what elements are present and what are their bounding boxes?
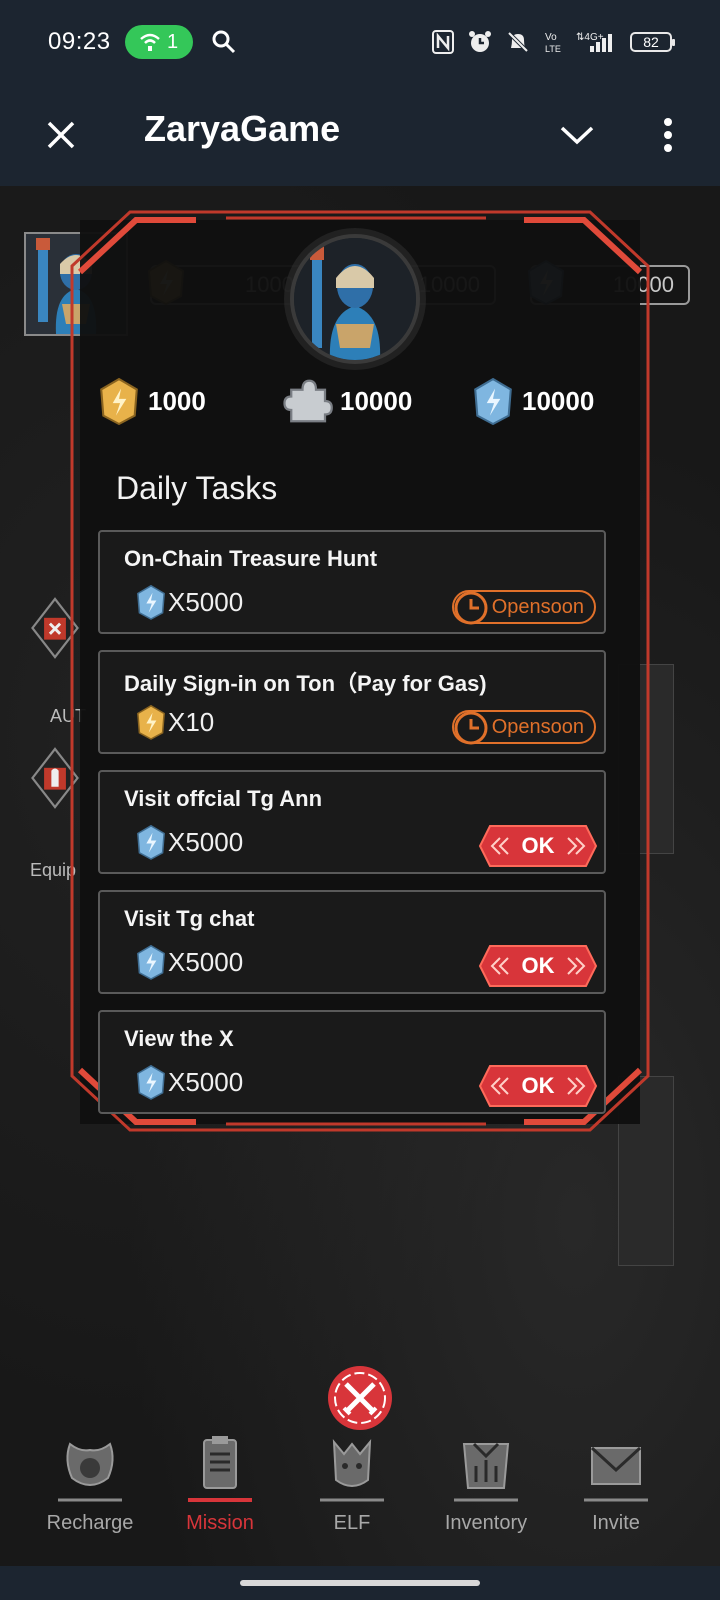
puzzle-piece-icon [283, 379, 333, 423]
gold-balance-value: 1000 [148, 385, 206, 416]
nav-label: Invite [592, 1512, 640, 1534]
ok-label: OK [521, 953, 555, 978]
puzzle-balance-value: 10000 [340, 385, 413, 416]
battery-icon: 82 [630, 32, 675, 52]
svg-text:LTE: LTE [545, 44, 561, 54]
opensoon-button[interactable]: Opensoon [452, 710, 596, 745]
crossed-swords-close-button[interactable] [326, 1364, 394, 1432]
task-reward-amount: X5000 [168, 946, 244, 977]
ok-button[interactable]: OK [478, 824, 598, 868]
daily-tasks-title: Daily Tasks [116, 470, 278, 506]
nav-label: ELF [333, 1512, 371, 1534]
task-reward: X5000 [134, 582, 243, 622]
chevron-down-icon [560, 126, 594, 145]
task-name: On-Chain Treasure Hunt [124, 546, 378, 571]
task-reward-amount: X5000 [168, 586, 244, 617]
blue-crystal-icon [137, 824, 165, 860]
task-reward: X5000 [134, 1062, 243, 1102]
svg-text:Vo: Vo [545, 32, 557, 43]
nav-mission[interactable]: Mission [160, 1430, 280, 1540]
task-reward: X5000 [134, 942, 243, 982]
blue-crystal-icon [137, 584, 165, 620]
ok-button[interactable]: OK [478, 1064, 598, 1108]
opensoon-label: Opensoon [491, 715, 584, 738]
task-name: Visit Tg chat [124, 906, 255, 931]
close-button[interactable] [36, 110, 86, 160]
title-bar: ZaryaGame [0, 84, 720, 186]
clock-icon [454, 711, 488, 745]
ok-label: OK [521, 1073, 555, 1098]
clock-icon [454, 591, 488, 625]
more-vertical-icon [664, 118, 672, 152]
task-card: Daily Sign-in on Ton（Pay for Gas) X10 Op… [98, 650, 606, 754]
opensoon-label: Opensoon [491, 595, 584, 618]
recharge-icon [58, 1442, 122, 1502]
system-nav-bar [0, 1566, 720, 1600]
task-card: Visit offcial Tg Ann X5000 OK [98, 770, 606, 874]
task-name: Visit offcial Tg Ann [124, 786, 323, 811]
expand-button[interactable] [552, 110, 602, 160]
hotspot-indicator[interactable]: 1 [124, 25, 193, 59]
mission-clipboard-icon [188, 1436, 252, 1502]
task-reward-amount: X5000 [168, 826, 244, 857]
task-name: View the X [124, 1026, 234, 1051]
elf-icon [320, 1439, 384, 1502]
ok-button[interactable]: OK [478, 944, 598, 988]
nav-inventory[interactable]: Inventory [426, 1430, 546, 1540]
alarm-icon [469, 31, 491, 52]
nav-recharge[interactable]: Recharge [30, 1430, 150, 1540]
status-time: 09:23 [48, 28, 111, 55]
opensoon-button[interactable]: Opensoon [452, 590, 596, 625]
wifi-hotspot-icon [140, 33, 160, 51]
app-title: ZaryaGame [144, 108, 341, 149]
task-card: View the X X5000 OK [98, 1010, 606, 1114]
volte-icon: Vo LTE [545, 32, 561, 54]
bottom-nav: Recharge Mission ELF Inventory Invite [0, 1430, 720, 1540]
ok-label: OK [521, 833, 555, 858]
svg-text:⇅4G+: ⇅4G+ [576, 32, 604, 43]
signal-icon: ⇅4G+ [576, 32, 612, 52]
hotspot-count: 1 [167, 30, 179, 53]
close-icon [47, 121, 75, 149]
task-reward: X10 [134, 702, 214, 742]
inventory-icon [454, 1442, 518, 1502]
battery-level: 82 [643, 34, 659, 50]
nfc-icon [432, 30, 454, 54]
task-name: Daily Sign-in on Ton（Pay for Gas) [124, 671, 487, 696]
nav-label: Inventory [444, 1512, 528, 1534]
status-bar: 09:23 1 Vo LTE ⇅4G+ 82 [0, 0, 720, 84]
mute-icon [507, 31, 529, 53]
nav-elf[interactable]: ELF [292, 1430, 412, 1540]
invite-envelope-icon [584, 1446, 648, 1502]
task-card: Visit Tg chat X5000 OK [98, 890, 606, 994]
nav-invite[interactable]: Invite [556, 1430, 676, 1540]
puzzle-balance: 10000 [280, 374, 412, 428]
more-button[interactable] [648, 110, 688, 160]
nav-label: Recharge [46, 1512, 134, 1534]
crystal-balance-value: 10000 [522, 385, 595, 416]
hero-portrait [290, 234, 420, 364]
search-icon[interactable] [211, 29, 237, 55]
gold-crystal-icon [100, 377, 138, 426]
daily-tasks-dialog: 1000 10000 10000 Daily Tasks On-Chain Tr… [66, 206, 654, 1136]
task-reward-amount: X5000 [168, 1066, 244, 1097]
task-reward: X5000 [134, 822, 243, 862]
gold-crystal-icon [137, 704, 165, 740]
task-reward-amount: X10 [168, 706, 215, 737]
home-indicator[interactable] [240, 1580, 480, 1586]
gold-balance: 1000 [96, 374, 206, 428]
blue-crystal-icon [137, 944, 165, 980]
crystal-balance: 10000 [470, 374, 594, 428]
nav-label: Mission [186, 1512, 254, 1534]
blue-crystal-icon [137, 1064, 165, 1100]
task-card: On-Chain Treasure Hunt X5000 Opensoon [98, 530, 606, 634]
hero-portrait-icon [294, 238, 416, 360]
blue-crystal-icon [474, 377, 512, 426]
